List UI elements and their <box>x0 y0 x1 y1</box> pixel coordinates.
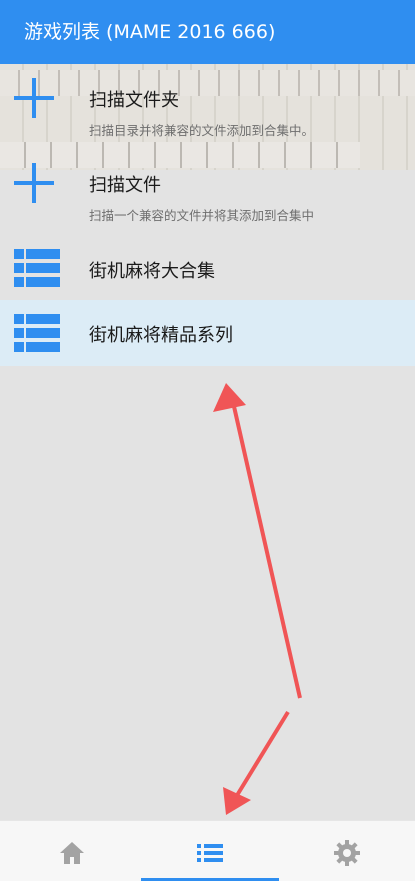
list-item-scan-folder[interactable]: 扫描文件夹 扫描目录并将兼容的文件添加到合集中。 <box>0 64 415 149</box>
item-title: 街机麻将精品系列 <box>89 325 233 346</box>
app-header: 游戏列表 (MAME 2016 666) <box>0 0 415 64</box>
list-item-collection-1[interactable]: 街机麻将大合集 <box>0 236 415 300</box>
list-icon <box>14 249 60 287</box>
plus-icon <box>14 78 54 118</box>
item-subtitle: 扫描一个兼容的文件并将其添加到合集中 <box>89 208 315 223</box>
item-title: 扫描文件 <box>89 175 161 196</box>
gear-icon <box>334 840 360 866</box>
page-title: 游戏列表 (MAME 2016 666) <box>24 21 276 43</box>
tab-settings[interactable] <box>277 821 415 881</box>
plus-icon <box>14 163 54 203</box>
arrow-down-head <box>223 787 251 815</box>
list-icon <box>14 314 60 352</box>
arrow-down-line <box>234 710 290 799</box>
list-item-scan-file[interactable]: 扫描文件 扫描一个兼容的文件并将其添加到合集中 <box>0 149 415 234</box>
list-icon <box>197 844 223 862</box>
tab-home[interactable] <box>0 821 138 881</box>
home-icon <box>60 842 84 864</box>
list-item-collection-2[interactable]: 街机麻将精品系列 <box>0 300 415 366</box>
item-title: 扫描文件夹 <box>89 90 179 111</box>
arrow-up-line <box>231 401 302 699</box>
item-subtitle: 扫描目录并将兼容的文件添加到合集中。 <box>89 123 315 138</box>
tab-list[interactable] <box>141 821 279 881</box>
item-title: 街机麻将大合集 <box>89 261 215 282</box>
arrow-up-head <box>213 383 246 412</box>
bottom-tab-bar <box>0 820 415 881</box>
